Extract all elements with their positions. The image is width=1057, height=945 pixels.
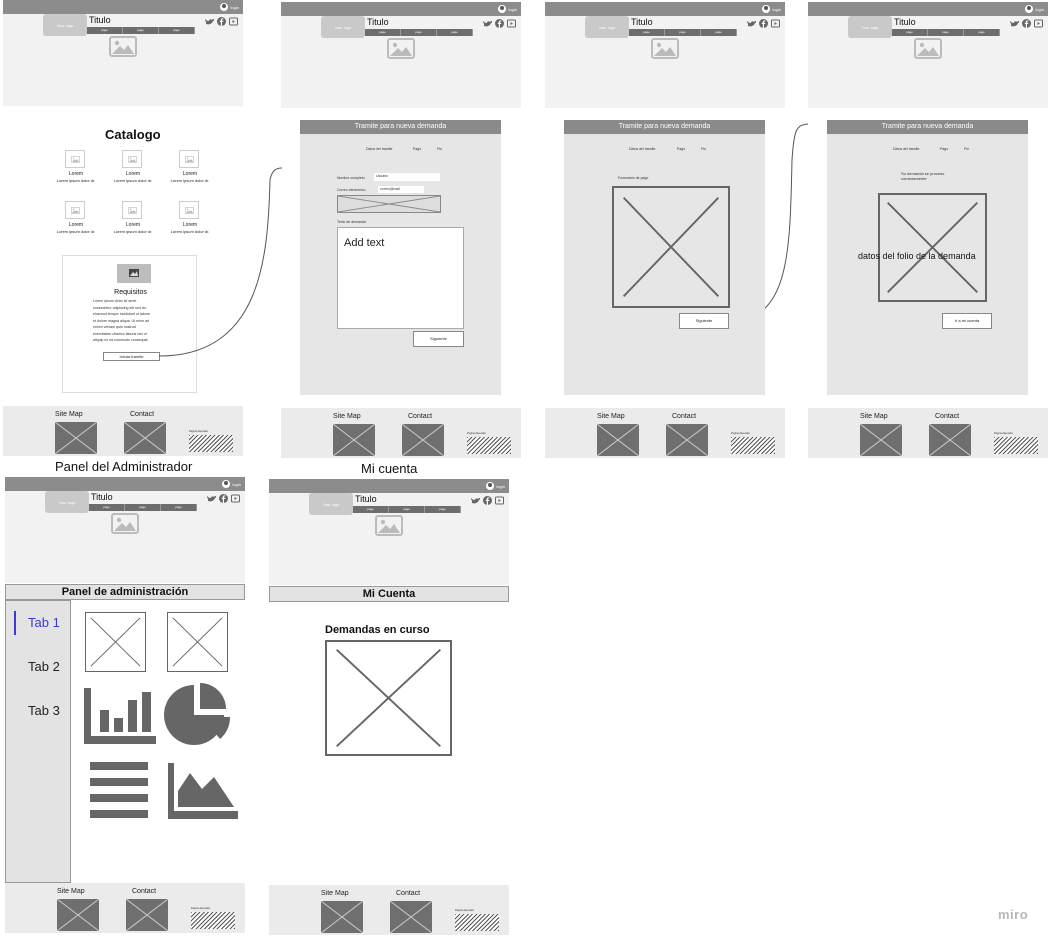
- footer-sitemap-link[interactable]: Site Map: [55, 411, 83, 418]
- form-step-3: Fin: [437, 147, 442, 151]
- footer-sitemap-link[interactable]: Site Map: [860, 413, 888, 420]
- footer-credit-text: Pagina disenada: [467, 432, 486, 435]
- footer-image-placeholder-1: [860, 424, 902, 456]
- footer-image-placeholder-2: [666, 424, 708, 456]
- footer-credit: Pagina disenada: [455, 909, 499, 931]
- footer-image-placeholder-2: [124, 422, 166, 454]
- footer-image-placeholder-1: [57, 899, 99, 931]
- tab-2[interactable]: Tab 2: [28, 659, 60, 674]
- done-message: Su demanda se proceso correctamente: [901, 171, 945, 181]
- tab-3[interactable]: Tab 3: [28, 703, 60, 718]
- footer-sitemap-link[interactable]: Site Map: [597, 413, 625, 420]
- footer-contact-link[interactable]: Contact: [130, 411, 154, 418]
- footer-image-placeholder-1: [55, 422, 97, 454]
- folio-placeholder: [878, 193, 987, 302]
- footer-credit-hatch: [731, 437, 775, 454]
- payment-step-1: Datos del tramite: [629, 147, 656, 151]
- footer-credit-hatch: [467, 437, 511, 454]
- payment-panel-title: Tramite para nueva demanda: [564, 120, 765, 134]
- footer-credit-text: Pagina disenada: [455, 909, 474, 912]
- footer-catalog: Site Map Contact Pagina disenada: [3, 406, 243, 456]
- account-bar-title: Mi Cuenta: [269, 586, 509, 602]
- payment-next-button[interactable]: Siguiente: [679, 313, 729, 329]
- footer-image-placeholder-2: [929, 424, 971, 456]
- name-field-value: Usuario: [376, 174, 389, 178]
- admin-sidebar: Tab 1 Tab 2 Tab 3: [5, 600, 71, 883]
- footer-credit: Pagina disenada: [994, 432, 1038, 454]
- form-panel: Tramite para nueva demanda Datos del tra…: [300, 120, 501, 395]
- footer-contact-link[interactable]: Contact: [935, 413, 959, 420]
- footer-credit: Pagina disenada: [189, 430, 233, 452]
- name-label: Nombre completo: [337, 176, 365, 180]
- footer-image-placeholder-1: [321, 901, 363, 933]
- footer-done: Site Map Contact Pagina disenada: [808, 408, 1048, 458]
- payment-step-2: Pago: [677, 147, 686, 151]
- footer-contact-link[interactable]: Contact: [672, 413, 696, 420]
- footer-credit-hatch: [455, 914, 499, 931]
- tab-1[interactable]: Tab 1: [28, 615, 60, 630]
- footer-credit: Pagina disenada: [731, 432, 775, 454]
- form-panel-title: Tramite para nueva demanda: [300, 120, 501, 134]
- tab-1-indicator: [14, 611, 16, 635]
- form-next-button[interactable]: Siguiente: [413, 331, 464, 347]
- footer-contact-link[interactable]: Contact: [408, 413, 432, 420]
- footer-sitemap-link[interactable]: Site Map: [57, 888, 85, 895]
- footer-account: Site Map Contact Pagina disenada: [269, 885, 509, 935]
- account-page-label: Mi cuenta: [361, 461, 418, 476]
- form-step-1: Datos del tramite: [366, 147, 393, 151]
- footer-admin: Site Map Contact Pagina disenada: [5, 883, 245, 933]
- email-field[interactable]: correo@mail: [378, 186, 424, 193]
- footer-image-placeholder-2: [126, 899, 168, 931]
- footer-credit: Pagina disenada: [467, 432, 511, 454]
- done-panel: Tramite para nueva demanda Datos del tra…: [827, 120, 1028, 395]
- payment-panel: Tramite para nueva demanda Datos del tra…: [564, 120, 765, 395]
- admin-card-1-placeholder: [85, 612, 146, 672]
- footer-sitemap-link[interactable]: Site Map: [321, 890, 349, 897]
- demand-textarea[interactable]: Add text: [337, 227, 464, 329]
- footer-sitemap-link[interactable]: Site Map: [333, 413, 361, 420]
- email-label: Correo electronico: [337, 188, 366, 192]
- demands-title: Demandas en curso: [325, 624, 430, 636]
- name-field[interactable]: Usuario: [374, 173, 440, 181]
- footer-form: Site Map Contact Pagina disenada: [281, 408, 521, 458]
- footer-credit-text: Pagina disenada: [191, 907, 210, 910]
- payment-form-label: Formulario de pago: [618, 176, 649, 180]
- footer-credit-text: Pagina disenada: [731, 432, 750, 435]
- footer-image-placeholder-2: [390, 901, 432, 933]
- payment-form-placeholder: [612, 186, 730, 308]
- miro-watermark: miro: [998, 907, 1029, 922]
- email-field-value: correo@mail: [380, 187, 400, 191]
- go-to-account-button[interactable]: Ir a mi cuenta: [942, 313, 992, 329]
- footer-image-placeholder-1: [333, 424, 375, 456]
- pie-chart-icon: [164, 683, 231, 745]
- bar-chart-icon: [84, 688, 156, 744]
- done-step-3: Fin: [964, 147, 969, 151]
- demand-text-label: Texto de demanda: [337, 220, 366, 224]
- demands-placeholder: [325, 640, 452, 756]
- demand-textarea-placeholder: Add text: [344, 237, 385, 249]
- footer-credit-text: Pagina disenada: [189, 430, 208, 433]
- list-icon: [90, 762, 148, 818]
- footer-credit-hatch: [189, 435, 233, 452]
- form-step-2: Pago: [413, 147, 422, 151]
- footer-contact-link[interactable]: Contact: [396, 890, 420, 897]
- done-panel-title: Tramite para nueva demanda: [827, 120, 1028, 134]
- footer-credit-hatch: [994, 437, 1038, 454]
- footer-credit-hatch: [191, 912, 235, 929]
- admin-card-2-placeholder: [167, 612, 228, 672]
- folio-label: datos del folio de la demanda: [858, 251, 976, 261]
- footer-payment: Site Map Contact Pagina disenada: [545, 408, 785, 458]
- footer-image-placeholder-1: [597, 424, 639, 456]
- footer-contact-link[interactable]: Contact: [132, 888, 156, 895]
- footer-credit: Pagina disenada: [191, 907, 235, 929]
- payment-step-3: Fin: [701, 147, 706, 151]
- attachment-placeholder: [337, 195, 441, 213]
- footer-credit-text: Pagina disenada: [994, 432, 1013, 435]
- admin-page-label: Panel del Administrador: [55, 459, 193, 474]
- area-chart-icon: [168, 763, 238, 819]
- done-step-1: Datos del tramite: [893, 147, 920, 151]
- done-step-2: Pago: [940, 147, 949, 151]
- footer-image-placeholder-2: [402, 424, 444, 456]
- admin-bar-title: Panel de administración: [5, 584, 245, 600]
